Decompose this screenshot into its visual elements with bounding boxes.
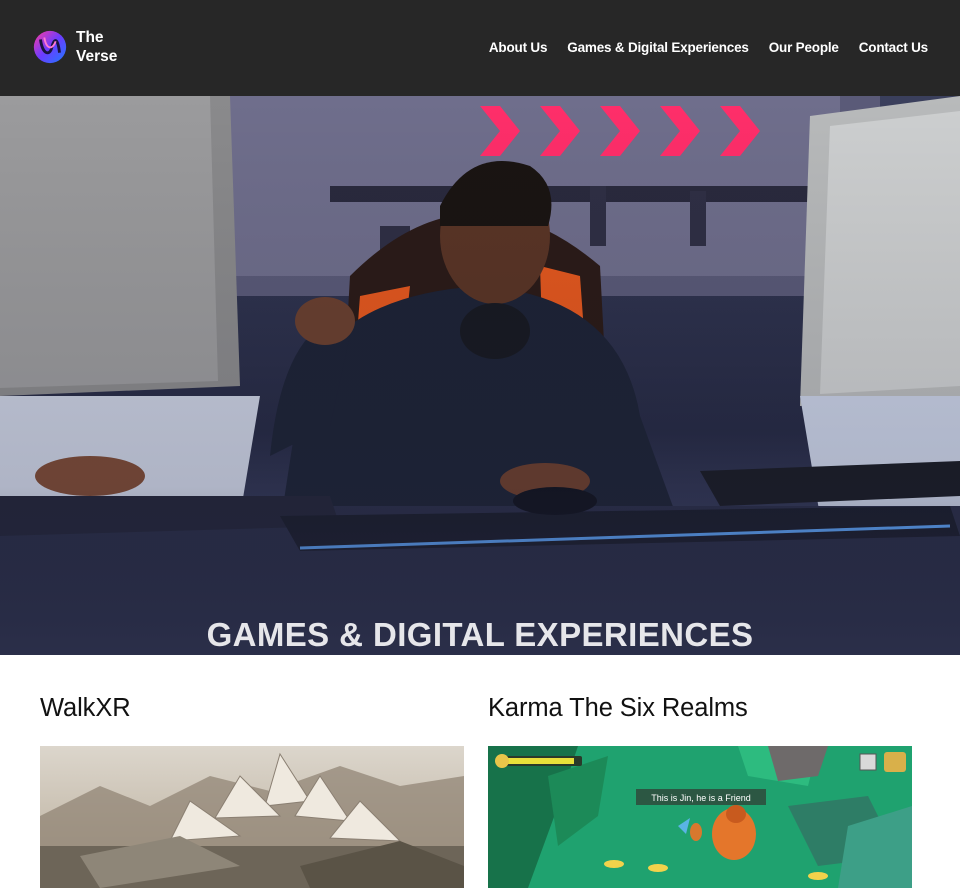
walkxr-thumbnail[interactable] [40, 746, 464, 888]
logo-text: The Verse [76, 28, 117, 66]
logo-text-line1: The [76, 29, 104, 46]
main-nav: About Us Games & Digital Experiences Our… [489, 40, 928, 55]
logo-mark-icon [33, 30, 67, 64]
nav-contact-us[interactable]: Contact Us [859, 40, 928, 55]
walkxr-image [40, 746, 464, 888]
site-logo[interactable]: The Verse [31, 28, 117, 66]
hero-title: GAMES & DIGITAL EXPERIENCES [206, 616, 754, 654]
nav-our-people[interactable]: Our People [769, 40, 839, 55]
nav-about-us[interactable]: About Us [489, 40, 548, 55]
nav-games-digital-experiences[interactable]: Games & Digital Experiences [567, 40, 749, 55]
karma-thumbnail[interactable]: This is Jin, he is a Friend [488, 746, 912, 888]
karma-image: This is Jin, he is a Friend [488, 746, 912, 888]
project-title[interactable]: Karma The Six Realms [488, 655, 912, 723]
logo-text-line2: Verse [76, 48, 118, 65]
project-card-karma: Karma The Six Realms This is Jin, he is … [488, 655, 912, 888]
hero-banner: GAMES & DIGITAL EXPERIENCES [0, 96, 960, 655]
hero-photo [0, 96, 960, 655]
project-card-walkxr: WalkXR [40, 655, 464, 888]
site-header: The Verse About Us Games & Digital Exper… [0, 0, 960, 96]
game-caption: This is Jin, he is a Friend [651, 793, 751, 803]
project-title[interactable]: WalkXR [40, 655, 464, 723]
